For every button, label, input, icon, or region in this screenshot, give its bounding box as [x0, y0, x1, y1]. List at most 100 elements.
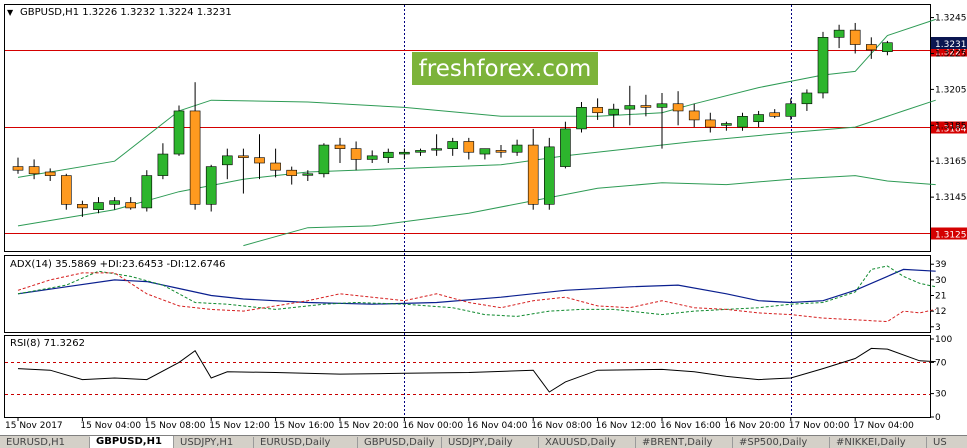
candle-body-54 [882, 42, 893, 52]
x-tick-label-0: 15 Nov 2017 [5, 421, 63, 431]
candle-body-31 [511, 144, 523, 153]
x-tick-label-1: 15 Nov 04:00 [80, 421, 141, 431]
candle-body-49 [801, 92, 813, 105]
candle-19 [318, 143, 330, 178]
x-tick-label-6: 16 Nov 00:00 [402, 421, 463, 431]
symbol-tab-bar: EURUSD,H1 GBPUSD,H1 USDJPY,H1 EURUSD,Daily G… [0, 435, 967, 448]
adx-ytick-label-1: 30 [935, 276, 947, 286]
candle-body-41 [672, 103, 684, 112]
x-tick-label-12: 17 Nov 00:00 [789, 421, 850, 431]
watermark-logo: freshforex.com [412, 52, 598, 85]
candle-body-28 [463, 141, 475, 153]
price-ytick-label-5: 1.3145 [935, 193, 967, 203]
x-tick-label-2: 15 Nov 08:00 [145, 421, 206, 431]
candle-body-29 [479, 148, 491, 155]
candle-body-32 [527, 144, 539, 205]
x-tick-label-4: 15 Nov 16:00 [274, 421, 335, 431]
tab-usdjpy-h1[interactable]: USDJPY,H1 [174, 437, 254, 448]
candle-body-37 [608, 108, 620, 115]
candle-body-30 [495, 150, 507, 153]
candle-body-11 [189, 110, 201, 205]
tab-usdjpy-daily[interactable]: USDJPY,Daily [442, 437, 539, 448]
price-chart-title: GBPUSD,H1 1.3226 1.3232 1.3224 1.3231 [20, 7, 232, 18]
price-ytick-label-1: 1.3225 [935, 49, 967, 59]
candle-body-23 [382, 151, 394, 158]
candle-body-7 [125, 202, 136, 209]
tab--brent-daily[interactable]: #BRENT,Daily [636, 437, 733, 448]
x-tick-label-7: 16 Nov 04:00 [467, 421, 528, 431]
candle-body-47 [769, 112, 781, 117]
candle-body-33 [543, 146, 555, 205]
candle-body-51 [833, 29, 845, 38]
trading-terminal-chart: 1.3227 1.3184 1.3125 1.3231 1.3245 1.3225 1.3… [0, 0, 967, 448]
candle-body-19 [318, 144, 330, 175]
x-tick-label-8: 16 Nov 08:00 [531, 421, 592, 431]
candle-body-46 [753, 114, 764, 123]
candle-10 [173, 105, 185, 156]
tab-gbpusd-daily[interactable]: GBPUSD,Daily [358, 437, 442, 448]
candle-body-13 [222, 155, 233, 166]
candle-3 [60, 173, 72, 210]
candle-body-25 [415, 150, 426, 153]
watermark-text: freshforex.com [419, 56, 592, 82]
candle-body-24 [399, 151, 410, 155]
adx-ytick-label-2: 21 [935, 292, 946, 302]
tab-gbpusd-h1[interactable]: GBPUSD,H1 [90, 436, 174, 448]
candle-body-26 [431, 148, 442, 151]
price-ytick-label-2: 1.3205 [935, 85, 967, 95]
candle-body-52 [849, 29, 861, 45]
rsi-title: RSI(8) 71.3262 [10, 338, 85, 349]
candle-body-14 [238, 155, 249, 158]
candle-body-10 [173, 110, 185, 155]
symbol-arrow[interactable]: ▼ [7, 8, 14, 17]
candle-body-0 [12, 166, 24, 171]
candle-body-8 [141, 175, 153, 209]
candle-8 [141, 170, 153, 212]
adx-title: ADX(14) 35.5869 +DI:23.6453 -DI:12.6746 [10, 259, 226, 270]
chart-canvas[interactable]: 1.32271.31841.31251.3231 1.32451.32251.3… [0, 0, 967, 435]
candle-body-6 [109, 200, 120, 205]
candle-body-22 [366, 155, 378, 160]
x-tick-label-11: 16 Nov 20:00 [724, 421, 785, 431]
rsi-ytick-label-2: 30 [935, 390, 947, 400]
candle-body-2 [44, 171, 56, 176]
candle-body-1 [28, 166, 40, 175]
candle-body-4 [77, 204, 88, 209]
candle-body-15 [254, 157, 265, 164]
price-ytick-label-3: 1.3185 [935, 121, 967, 131]
candle-body-35 [576, 107, 587, 130]
candle-body-44 [721, 123, 732, 126]
candle-body-12 [205, 166, 217, 205]
candle-body-48 [785, 103, 797, 117]
rsi-ytick-label-1: 70 [935, 358, 947, 368]
candle-body-45 [737, 116, 748, 128]
candle-body-38 [624, 105, 636, 110]
candle-34 [560, 121, 571, 169]
level-price-label-2: 1.3125 [935, 231, 967, 241]
candle-body-18 [302, 173, 314, 176]
candle-33 [543, 137, 555, 210]
candle-body-17 [286, 169, 298, 176]
x-tick-label-9: 16 Nov 12:00 [596, 421, 657, 431]
candle-body-40 [656, 103, 668, 108]
tab-eurusd-daily[interactable]: EURUSD,Daily [254, 437, 358, 448]
candle-50 [817, 31, 829, 99]
tab-eurusd-h1[interactable]: EURUSD,H1 [0, 437, 90, 448]
candle-body-36 [592, 107, 603, 114]
x-tick-label-13: 17 Nov 04:00 [853, 421, 914, 431]
candle-body-39 [640, 105, 652, 108]
tab-xauusd-daily[interactable]: XAUUSD,Daily [539, 437, 636, 448]
adx-ytick-label-4: 3 [935, 323, 941, 333]
candle-body-9 [157, 153, 169, 176]
tab--sp500-daily[interactable]: #SP500,Daily [733, 437, 830, 448]
candle-body-34 [560, 128, 571, 167]
rsi-ytick-label-0: 100 [935, 335, 952, 345]
candle-body-3 [60, 175, 72, 205]
candle-body-20 [334, 144, 346, 149]
tab--nikkei-daily[interactable]: #NIKKEI,Daily [830, 437, 927, 448]
x-tick-label-5: 15 Nov 20:00 [338, 421, 399, 431]
candle-body-16 [270, 162, 281, 171]
candle-12 [205, 164, 217, 212]
adx-ytick-label-0: 39 [935, 260, 947, 270]
tab-us[interactable]: US [927, 437, 967, 448]
